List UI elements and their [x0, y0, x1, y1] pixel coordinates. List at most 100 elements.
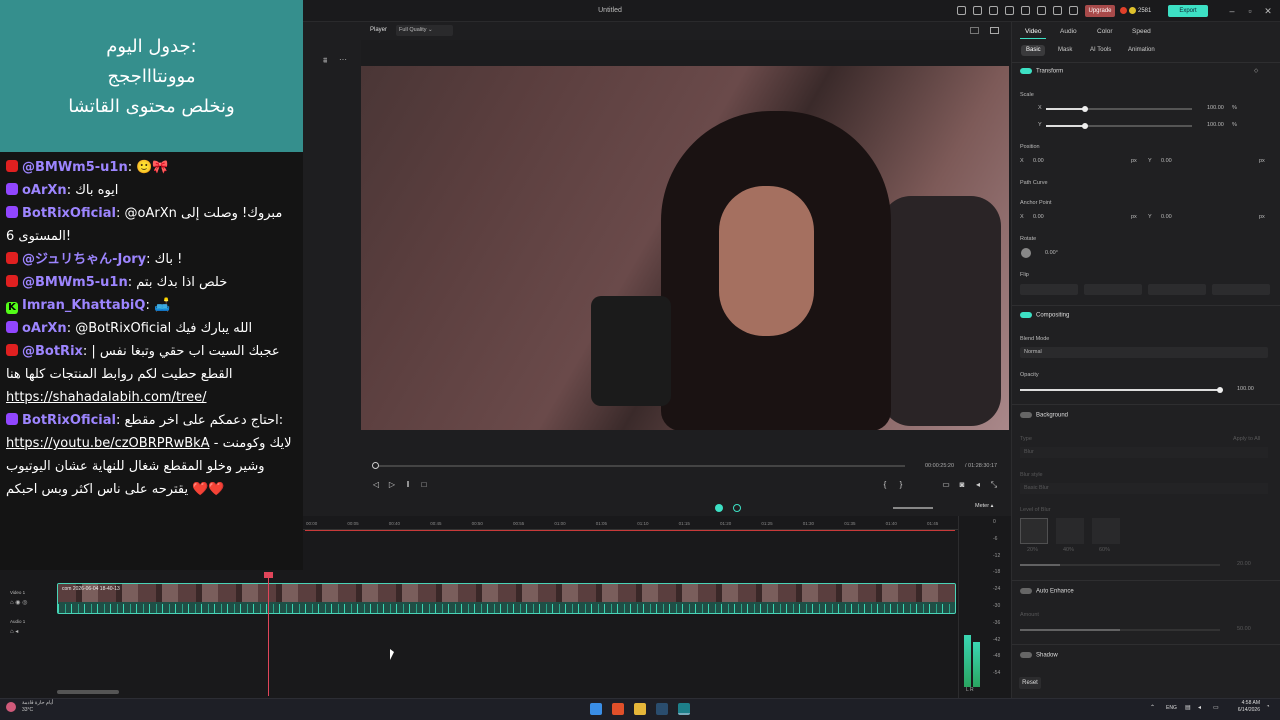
mute-icon[interactable]: ⌂ ◂: [10, 628, 18, 635]
pause-icon[interactable]: ‖: [403, 480, 413, 490]
play-icon[interactable]: ▷: [387, 480, 397, 490]
chat-link[interactable]: https://youtu.be/czOBRPRwBkA: [6, 436, 210, 451]
pos-x-value[interactable]: 0.00: [1033, 158, 1044, 164]
reset-button[interactable]: Reset: [1019, 677, 1041, 689]
timeline-scrollbar[interactable]: [57, 690, 119, 694]
subtab-ai-tools[interactable]: AI Tools: [1090, 47, 1111, 53]
rotate-dial[interactable]: [1021, 248, 1031, 258]
subtab-basic[interactable]: Basic: [1026, 47, 1041, 53]
apply-all-button[interactable]: Apply to All: [1233, 436, 1260, 442]
volume-tray-icon[interactable]: ◂: [1198, 704, 1201, 711]
amount-value[interactable]: 50.00: [1237, 626, 1251, 632]
tab-speed[interactable]: Speed: [1132, 28, 1151, 35]
blur-value[interactable]: 20.00: [1237, 561, 1251, 567]
progress-bar[interactable]: [375, 465, 905, 467]
meter-button[interactable]: Meter ▴: [975, 503, 1001, 513]
credits-badge[interactable]: 2581: [1120, 5, 1162, 17]
battery-icon[interactable]: ▭: [1213, 704, 1219, 711]
steam-icon[interactable]: [656, 703, 668, 715]
scale-x-slider[interactable]: [1046, 106, 1192, 112]
folder-icon[interactable]: [634, 703, 646, 715]
close-icon[interactable]: ✕: [1262, 5, 1274, 17]
expand-icon[interactable]: ⤡: [989, 480, 999, 490]
export-button[interactable]: Export: [1168, 5, 1208, 17]
shadow-toggle[interactable]: [1020, 652, 1032, 658]
shadow-header[interactable]: Shadow: [1020, 652, 1058, 659]
more-icon[interactable]: ⋯: [339, 55, 347, 64]
tray-chevron-icon[interactable]: ⌃: [1150, 704, 1155, 711]
settings-icon[interactable]: [973, 6, 982, 15]
share-icon[interactable]: [1021, 6, 1030, 15]
opacity-slider[interactable]: [1020, 387, 1223, 393]
save-icon[interactable]: [1005, 6, 1014, 15]
playhead-handle[interactable]: [264, 572, 273, 578]
bell-icon[interactable]: [1053, 6, 1062, 15]
cloud-icon[interactable]: [1037, 6, 1046, 15]
upgrade-button[interactable]: Upgrade: [1085, 5, 1115, 17]
slider-knob[interactable]: [1082, 123, 1088, 129]
filter-icon[interactable]: ⩩: [323, 56, 327, 66]
maximize-icon[interactable]: ▫: [1244, 5, 1256, 17]
notifications-icon[interactable]: ◔: [1266, 704, 1270, 710]
blend-mode-select[interactable]: Normal: [1020, 347, 1268, 358]
blur-level-option[interactable]: [1092, 518, 1120, 544]
opacity-value[interactable]: 100.00: [1237, 386, 1254, 392]
scale-y-slider[interactable]: [1046, 123, 1192, 129]
fullscreen-icon[interactable]: [990, 27, 999, 34]
subtab-mask[interactable]: Mask: [1058, 47, 1072, 53]
filmora-icon[interactable]: [678, 703, 690, 715]
bg-type-select[interactable]: Blur: [1020, 447, 1268, 458]
language-indicator[interactable]: ENG: [1166, 705, 1177, 711]
zoom-slider[interactable]: [893, 507, 933, 509]
rotate-left-button[interactable]: [1148, 284, 1206, 295]
video-clip[interactable]: com 2026-06-04 18-40-13: [57, 583, 956, 614]
flip-vertical-button[interactable]: [1020, 284, 1078, 295]
weather-widget[interactable]: أيام حارة قادمة 33°C: [22, 700, 53, 714]
snapshot-icon[interactable]: [970, 27, 979, 34]
chat-link[interactable]: https://shahadalabih.com/tree/: [6, 390, 207, 405]
blur-level-option[interactable]: [1056, 518, 1084, 544]
anchor-x-value[interactable]: 0.00: [1033, 214, 1044, 220]
monitor-icon[interactable]: [989, 6, 998, 15]
amount-slider[interactable]: [1020, 629, 1220, 631]
mark-out-icon[interactable]: }: [896, 480, 906, 490]
ai-icon[interactable]: [733, 504, 741, 512]
background-header[interactable]: Background: [1020, 412, 1068, 419]
volume-icon[interactable]: ◂: [973, 480, 983, 490]
progress-handle[interactable]: [372, 462, 379, 469]
background-toggle[interactable]: [1020, 412, 1032, 418]
slider-knob[interactable]: [1082, 106, 1088, 112]
subtab-animation[interactable]: Animation: [1128, 47, 1155, 53]
playhead[interactable]: [268, 572, 269, 696]
slider-knob[interactable]: [1217, 387, 1223, 393]
start-icon[interactable]: [590, 703, 602, 715]
compositing-header[interactable]: Compositing: [1020, 312, 1069, 319]
tab-video[interactable]: Video: [1025, 28, 1042, 35]
home-icon[interactable]: [957, 6, 966, 15]
blur-level-option[interactable]: [1020, 518, 1048, 544]
tab-color[interactable]: Color: [1097, 28, 1113, 35]
minimize-icon[interactable]: –: [1226, 5, 1238, 17]
previous-frame-icon[interactable]: ◁: [371, 480, 381, 490]
weather-icon[interactable]: [6, 702, 16, 712]
blur-style-select[interactable]: Basic Blur: [1020, 483, 1268, 494]
network-icon[interactable]: ▤: [1185, 704, 1191, 711]
video-preview[interactable]: [361, 66, 1009, 431]
compositing-toggle[interactable]: [1020, 312, 1032, 318]
flip-horizontal-button[interactable]: [1084, 284, 1142, 295]
clock[interactable]: 4:58 AM 6/14/2026: [1228, 700, 1260, 714]
pos-y-value[interactable]: 0.00: [1161, 158, 1172, 164]
lock-icon[interactable]: ⌂ ◉ ◎: [10, 599, 27, 606]
scale-x-value[interactable]: 100.00: [1207, 105, 1224, 111]
rotate-right-button[interactable]: [1212, 284, 1270, 295]
stop-icon[interactable]: □: [419, 480, 429, 490]
rotate-value[interactable]: 0.00°: [1045, 250, 1058, 256]
auto-enhance-toggle[interactable]: [1020, 588, 1032, 594]
transform-toggle[interactable]: [1020, 68, 1032, 74]
scale-y-value[interactable]: 100.00: [1207, 122, 1224, 128]
quality-select[interactable]: Full Quality ⌄: [396, 25, 453, 36]
grid-icon[interactable]: [1069, 6, 1078, 15]
time-ruler[interactable]: [303, 516, 958, 530]
snap-icon[interactable]: [715, 504, 723, 512]
auto-enhance-header[interactable]: Auto Enhance: [1020, 588, 1074, 595]
